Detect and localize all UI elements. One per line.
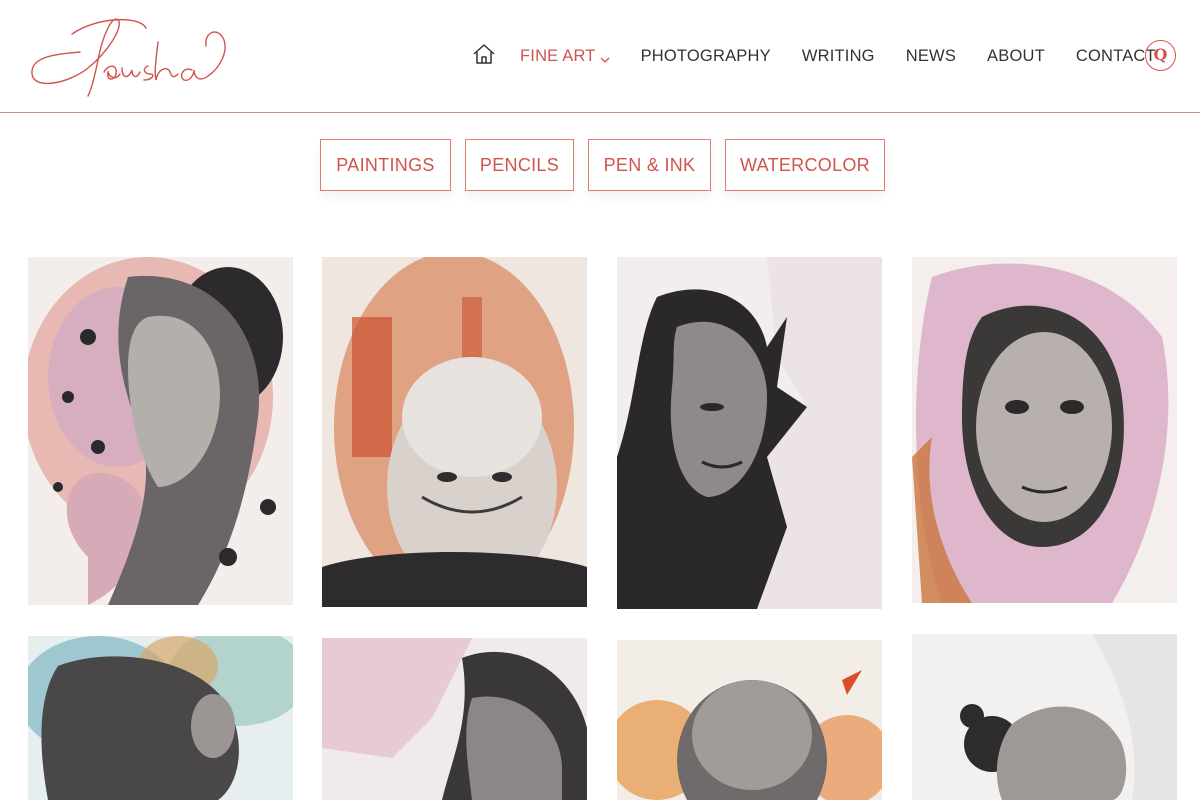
search-button[interactable]: Q xyxy=(1145,40,1176,71)
nav-item-label: WRITING xyxy=(801,46,875,65)
site-header: FINE ART PHOTOGRAPHY WRITING NEWS ABOUT … xyxy=(0,0,1200,113)
filter-paintings-button[interactable]: PAINTINGS xyxy=(320,139,451,191)
nav-item-label: NEWS xyxy=(905,46,957,65)
search-icon: Q xyxy=(1153,45,1168,64)
filter-pen-ink-button[interactable]: PEN & INK xyxy=(588,139,711,191)
nav-item-photography[interactable]: PHOTOGRAPHY xyxy=(641,47,771,66)
nav-item-news[interactable]: NEWS xyxy=(906,47,956,66)
site-logo[interactable] xyxy=(28,12,233,100)
nav-item-about[interactable]: ABOUT xyxy=(987,47,1045,66)
artwork-thumbnail[interactable] xyxy=(28,257,293,605)
nav-item-label: PHOTOGRAPHY xyxy=(640,46,771,65)
chevron-down-icon xyxy=(600,51,610,63)
filter-watercolor-button[interactable]: WATERCOLOR xyxy=(725,139,885,191)
artwork-thumbnail[interactable] xyxy=(28,636,293,800)
category-filters: PAINTINGS PENCILS PEN & INK WATERCOLOR xyxy=(0,139,1200,191)
artwork-thumbnail[interactable] xyxy=(617,257,882,609)
home-icon xyxy=(472,43,496,70)
artwork-thumbnail[interactable] xyxy=(322,638,587,800)
nav-home-button[interactable] xyxy=(470,43,498,70)
artwork-thumbnail[interactable] xyxy=(322,257,587,607)
nav-item-contact[interactable]: CONTACT xyxy=(1076,47,1156,66)
nav-item-fine-art[interactable]: FINE ART xyxy=(520,47,610,66)
artwork-thumbnail[interactable] xyxy=(912,257,1177,603)
artwork-thumbnail[interactable] xyxy=(912,634,1177,800)
nav-item-writing[interactable]: WRITING xyxy=(802,47,875,66)
main-nav: FINE ART PHOTOGRAPHY WRITING NEWS ABOUT … xyxy=(470,43,1187,70)
nav-item-label: CONTACT xyxy=(1075,46,1156,65)
nav-item-label: ABOUT xyxy=(987,46,1045,65)
filter-pencils-button[interactable]: PENCILS xyxy=(465,139,574,191)
artwork-thumbnail[interactable] xyxy=(617,640,882,800)
nav-item-label: FINE ART xyxy=(520,46,596,65)
